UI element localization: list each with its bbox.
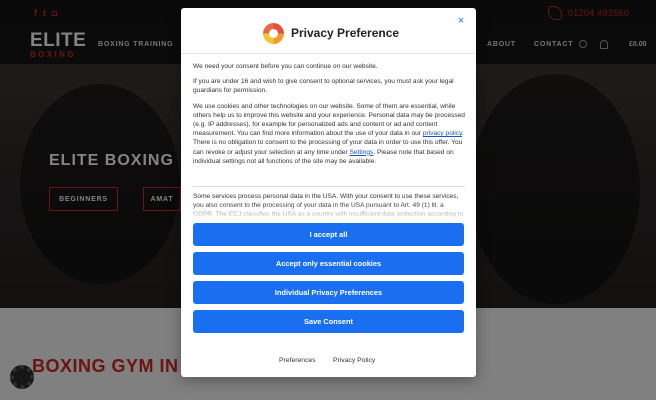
close-icon[interactable]: ×: [455, 15, 467, 27]
consent-intro-text: We need your consent before you can cont…: [193, 63, 378, 70]
save-consent-button[interactable]: Save Consent: [193, 310, 464, 333]
dialog-title: Privacy Preference: [291, 26, 400, 40]
privacy-preference-dialog: Privacy Preference × We need your consen…: [181, 8, 476, 377]
dialog-description: We need your consent before you can cont…: [193, 62, 465, 176]
dialog-header: Privacy Preference ×: [181, 8, 476, 54]
individual-preferences-button[interactable]: Individual Privacy Preferences: [193, 281, 464, 304]
privacy-policy-footer-link[interactable]: Privacy Policy: [333, 357, 375, 364]
preferences-link[interactable]: Preferences: [279, 357, 316, 364]
settings-link[interactable]: Settings: [350, 149, 374, 156]
guardian-notice-text: If you are under 16 and wish to give con…: [193, 78, 454, 95]
privacy-policy-link[interactable]: privacy policy: [423, 130, 462, 137]
cookie-usage-text: We use cookies and other technologies on…: [193, 102, 465, 166]
privacy-brand-icon: [263, 23, 284, 44]
dialog-footer: Preferences Privacy Policy: [181, 349, 476, 373]
divider: [193, 186, 465, 187]
accept-all-button[interactable]: I accept all: [193, 223, 464, 246]
scroll-fade: [193, 204, 465, 220]
accept-essential-button[interactable]: Accept only essential cookies: [193, 252, 464, 275]
